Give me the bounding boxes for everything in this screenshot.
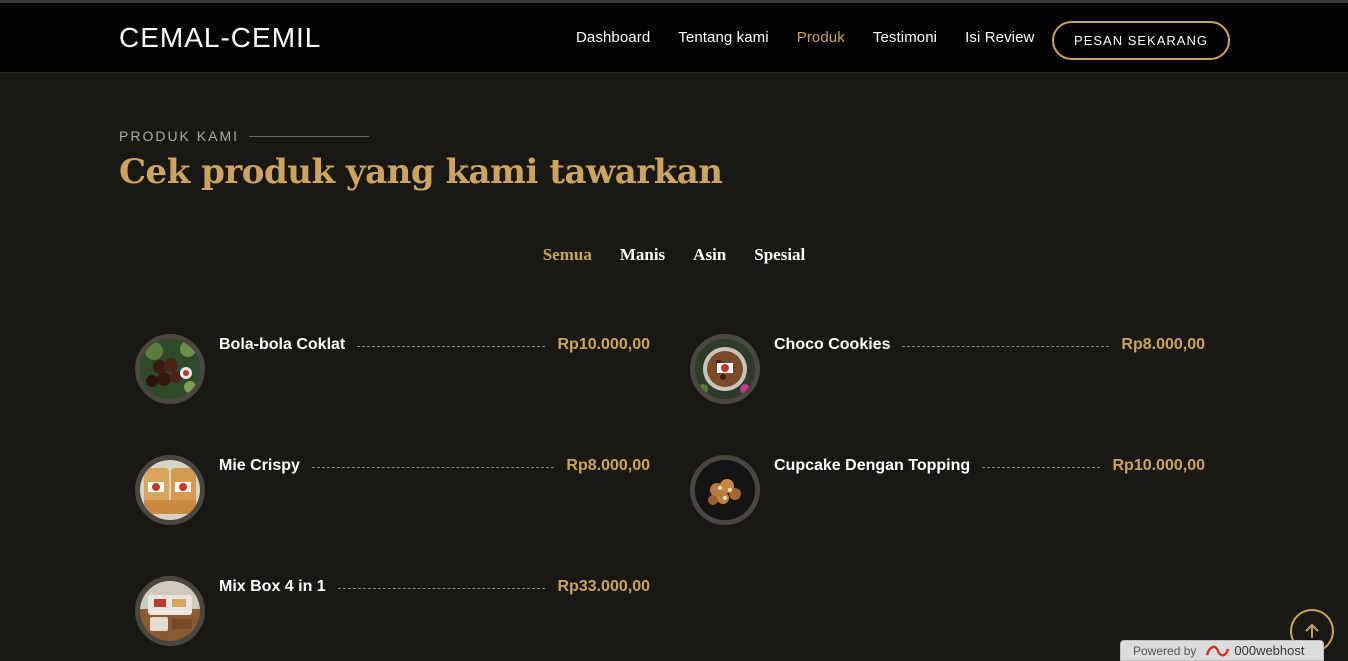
product-price: Rp8.000,00 (566, 457, 650, 474)
product-item[interactable]: Cupcake Dengan Topping Rp10.000,00 (690, 455, 1205, 535)
powered-by-text: Powered by (1133, 643, 1197, 658)
host-brand-text: 000webhost (1234, 643, 1305, 658)
product-info-row: Cupcake Dengan Topping Rp10.000,00 (774, 457, 1205, 475)
filter-manis[interactable]: Manis (620, 245, 665, 265)
filter-semua[interactable]: Semua (543, 245, 592, 265)
nav-tentang-kami[interactable]: Tentang kami (678, 29, 768, 46)
product-name[interactable]: Cupcake Dengan Topping (774, 457, 970, 475)
main-nav: Dashboard Tentang kami Produk Testimoni … (576, 29, 1062, 46)
section-label-text: PRODUK KAMI (119, 128, 240, 144)
product-info-row: Choco Cookies Rp8.000,00 (774, 336, 1205, 354)
price-leader (902, 345, 1110, 347)
section-label: PRODUK KAMI (119, 128, 370, 144)
price-leader (357, 345, 546, 347)
product-item[interactable]: Bola-bola Coklat Rp10.000,00 (135, 334, 650, 414)
price-leader (982, 466, 1101, 468)
product-image[interactable] (135, 334, 205, 404)
product-name[interactable]: Mix Box 4 in 1 (219, 578, 326, 596)
webhost-logo-icon (1206, 645, 1230, 656)
section-label-divider (249, 135, 370, 137)
filter-asin[interactable]: Asin (693, 245, 726, 265)
product-info-row: Bola-bola Coklat Rp10.000,00 (219, 336, 650, 354)
product-price: Rp8.000,00 (1121, 336, 1205, 353)
nav-isi-review[interactable]: Isi Review (965, 29, 1034, 46)
product-item[interactable]: Mie Crispy Rp8.000,00 (135, 455, 650, 535)
product-item[interactable]: Choco Cookies Rp8.000,00 (690, 334, 1205, 414)
section-title: Cek produk yang kami tawarkan (119, 152, 723, 192)
product-price: Rp33.000,00 (557, 578, 650, 595)
product-name[interactable]: Mie Crispy (219, 457, 300, 475)
product-image[interactable] (690, 334, 760, 404)
product-name[interactable]: Choco Cookies (774, 336, 890, 354)
nav-produk[interactable]: Produk (797, 29, 845, 46)
product-info-row: Mix Box 4 in 1 Rp33.000,00 (219, 578, 650, 596)
filter-spesial[interactable]: Spesial (754, 245, 805, 265)
product-item[interactable]: Mix Box 4 in 1 Rp33.000,00 (135, 576, 650, 656)
product-name[interactable]: Bola-bola Coklat (219, 336, 345, 354)
product-image[interactable] (135, 455, 205, 525)
product-image[interactable] (135, 576, 205, 646)
product-price: Rp10.000,00 (557, 336, 650, 353)
order-now-button[interactable]: PESAN SEKARANG (1052, 21, 1230, 60)
product-price: Rp10.000,00 (1112, 457, 1205, 474)
product-filters: Semua Manis Asin Spesial (0, 245, 1348, 265)
price-leader (337, 587, 546, 589)
top-navbar: CEMAL-CEMIL Dashboard Tentang kami Produ… (0, 0, 1348, 73)
nav-dashboard[interactable]: Dashboard (576, 29, 650, 46)
product-info-row: Mie Crispy Rp8.000,00 (219, 457, 650, 475)
price-leader (311, 466, 555, 468)
product-image[interactable] (690, 455, 760, 525)
powered-by-badge[interactable]: Powered by 000webhost (1120, 640, 1324, 661)
site-logo[interactable]: CEMAL-CEMIL (119, 22, 321, 54)
nav-testimoni[interactable]: Testimoni (873, 29, 937, 46)
arrow-up-icon (1305, 624, 1319, 638)
